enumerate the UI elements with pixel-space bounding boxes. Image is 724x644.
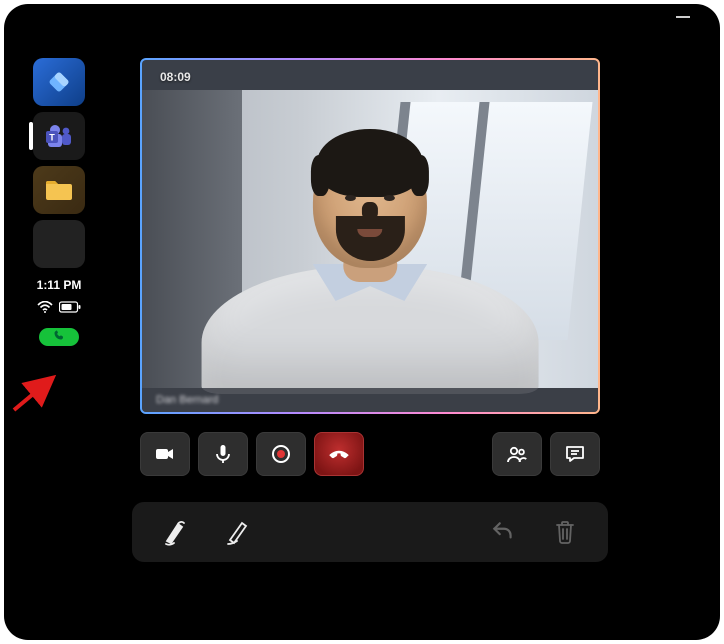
sidebar-app-teams[interactable]: T: [33, 112, 85, 160]
pen-tool-button[interactable]: [220, 515, 254, 549]
folder-icon: [44, 178, 74, 202]
pen-icon: [222, 517, 252, 547]
participant-name-bar: Dan Bernard: [142, 388, 598, 412]
annotation-arrow: [10, 374, 60, 414]
diamond-icon: [44, 67, 74, 97]
chat-icon: [563, 442, 587, 466]
device-frame: T 1:11 PM: [4, 4, 720, 640]
undo-button[interactable]: [486, 515, 520, 549]
phone-icon: [53, 328, 65, 346]
record-icon: [269, 442, 293, 466]
camera-icon: [153, 442, 177, 466]
video-call-window: 08:09: [140, 58, 600, 414]
battery-icon: [59, 300, 81, 318]
call-controls: [140, 432, 600, 478]
end-call-icon: [326, 441, 352, 467]
pointer-pen-icon: [160, 517, 190, 547]
participant-video[interactable]: 08:09: [142, 60, 598, 412]
trash-icon: [553, 519, 577, 545]
record-button[interactable]: [256, 432, 306, 476]
mic-icon: [211, 442, 235, 466]
call-duration: 08:09: [160, 70, 191, 84]
chat-button[interactable]: [550, 432, 600, 476]
sidebar-app-contact[interactable]: [33, 220, 85, 268]
clock-label: 1:11 PM: [37, 278, 82, 292]
active-call-pill[interactable]: [39, 328, 79, 346]
participants-button[interactable]: [492, 432, 542, 476]
people-icon: [505, 442, 529, 466]
wifi-icon: [37, 300, 53, 318]
participant-name: Dan Bernard: [156, 394, 218, 406]
minimize-button[interactable]: [676, 16, 690, 18]
undo-icon: [490, 519, 516, 545]
sidebar-app-files[interactable]: [33, 166, 85, 214]
toggle-camera-button[interactable]: [140, 432, 190, 476]
svg-text:T: T: [49, 133, 55, 143]
toggle-mic-button[interactable]: [198, 432, 248, 476]
app-sidebar: T 1:11 PM: [32, 58, 86, 346]
annotation-toolbar: [132, 502, 608, 562]
pointer-tool-button[interactable]: [158, 515, 192, 549]
teams-icon: T: [43, 122, 75, 150]
sidebar-app-dynamics[interactable]: [33, 58, 85, 106]
video-feed-placeholder: [142, 90, 598, 388]
delete-button[interactable]: [548, 515, 582, 549]
status-icons: [37, 300, 81, 318]
end-call-button[interactable]: [314, 432, 364, 476]
